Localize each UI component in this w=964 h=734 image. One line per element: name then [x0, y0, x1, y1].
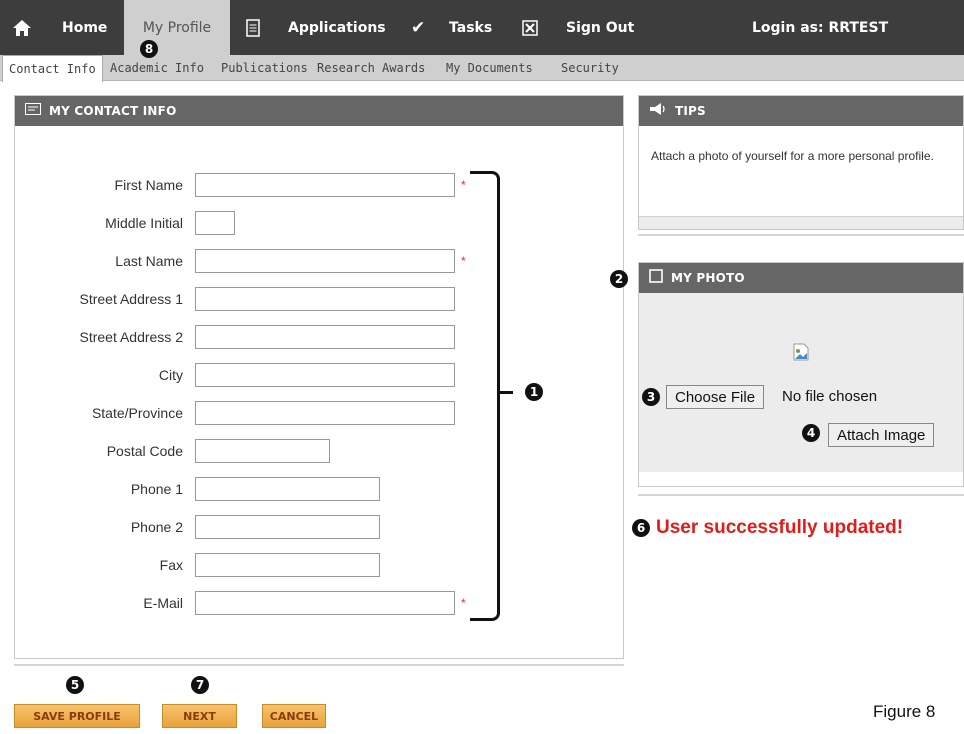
nav-applications[interactable]: Applications	[288, 0, 386, 55]
street-address-1-input[interactable]	[195, 287, 455, 311]
last-name-input[interactable]	[195, 249, 455, 273]
subtab-contact-info[interactable]: Contact Info	[2, 55, 103, 82]
tips-title: TIPS	[675, 104, 706, 118]
callout-3: 3	[642, 388, 660, 406]
phone-2-label: Phone 2	[130, 519, 183, 535]
sign-out-icon	[522, 0, 538, 55]
photo-header: MY PHOTO	[639, 263, 963, 293]
phone-1-input[interactable]	[195, 477, 380, 501]
callout-7: 7	[191, 676, 209, 694]
frame-icon	[649, 269, 663, 287]
subtab-my-documents[interactable]: My Documents	[446, 55, 533, 81]
callout-8: 8	[140, 40, 158, 58]
callout-5: 5	[66, 676, 84, 694]
street-address-1-label: Street Address 1	[79, 291, 183, 307]
annotation-bracket-tick	[497, 391, 513, 394]
contact-panel-footer-line	[14, 664, 624, 666]
broken-image-icon	[793, 343, 809, 366]
fax-input[interactable]	[195, 553, 380, 577]
no-file-chosen-text: No file chosen	[782, 388, 878, 405]
required-marker: *	[461, 178, 466, 192]
required-marker: *	[461, 254, 466, 268]
success-message: User successfully updated!	[656, 517, 904, 538]
first-name-label: First Name	[114, 177, 183, 193]
next-button[interactable]: NEXT	[162, 704, 237, 728]
sub-nav: Contact Info Academic Info Publications …	[0, 55, 964, 82]
phone-1-label: Phone 1	[130, 481, 183, 497]
subtab-research-awards[interactable]: Research Awards	[317, 55, 425, 81]
id-card-icon	[25, 103, 41, 119]
nav-my-profile-label: My Profile	[142, 19, 212, 36]
document-icon	[246, 0, 260, 55]
cancel-button[interactable]: CANCEL	[262, 704, 326, 728]
city-label: City	[158, 367, 183, 383]
middle-initial-label: Middle Initial	[105, 215, 183, 231]
contact-info-header: MY CONTACT INFO	[15, 96, 623, 126]
email-label: E-Mail	[143, 595, 183, 611]
city-input[interactable]	[195, 363, 455, 387]
tips-header: TIPS	[639, 96, 963, 126]
photo-title: MY PHOTO	[671, 271, 745, 285]
callout-6: 6	[632, 519, 650, 537]
annotation-bracket	[470, 171, 500, 621]
callout-2: 2	[610, 270, 628, 288]
photo-panel: MY PHOTO Choose File No file chosen Atta…	[638, 262, 964, 487]
state-province-label: State/Province	[91, 405, 183, 421]
tips-panel: TIPS Attach a photo of yourself for a mo…	[638, 95, 964, 230]
middle-initial-input[interactable]	[195, 211, 235, 235]
phone-2-input[interactable]	[195, 515, 380, 539]
contact-info-title: MY CONTACT INFO	[49, 104, 177, 118]
save-profile-button[interactable]: SAVE PROFILE	[14, 704, 140, 728]
attach-image-button[interactable]: Attach Image	[828, 423, 935, 447]
photo-panel-footer-line	[638, 494, 964, 496]
choose-file-button[interactable]: Choose File	[666, 385, 765, 409]
callout-1: 1	[525, 383, 543, 401]
first-name-input[interactable]	[195, 173, 455, 197]
required-marker: *	[461, 596, 466, 610]
tips-footer-band	[639, 216, 963, 229]
street-address-2-input[interactable]	[195, 325, 455, 349]
megaphone-icon	[649, 102, 667, 120]
checkmark-icon: ✔	[411, 17, 426, 37]
postal-code-input[interactable]	[195, 439, 330, 463]
last-name-label: Last Name	[115, 253, 183, 269]
tips-text: Attach a photo of yourself for a more pe…	[651, 149, 934, 163]
home-icon[interactable]	[11, 0, 33, 55]
login-status: Login as: RRTEST	[752, 19, 889, 36]
subtab-academic-info[interactable]: Academic Info	[110, 55, 204, 81]
postal-code-label: Postal Code	[106, 443, 183, 459]
nav-home[interactable]: Home	[62, 0, 107, 55]
fax-label: Fax	[159, 557, 183, 573]
nav-sign-out[interactable]: Sign Out	[566, 0, 634, 55]
figure-label: Figure 8	[873, 702, 936, 721]
subtab-publications[interactable]: Publications	[221, 55, 308, 81]
nav-tasks[interactable]: Tasks	[449, 0, 492, 55]
subtab-security[interactable]: Security	[561, 55, 619, 81]
callout-4: 4	[802, 424, 820, 442]
tips-panel-footer-line	[638, 234, 964, 236]
email-input[interactable]	[195, 591, 455, 615]
street-address-2-label: Street Address 2	[79, 329, 183, 345]
state-province-input[interactable]	[195, 401, 455, 425]
